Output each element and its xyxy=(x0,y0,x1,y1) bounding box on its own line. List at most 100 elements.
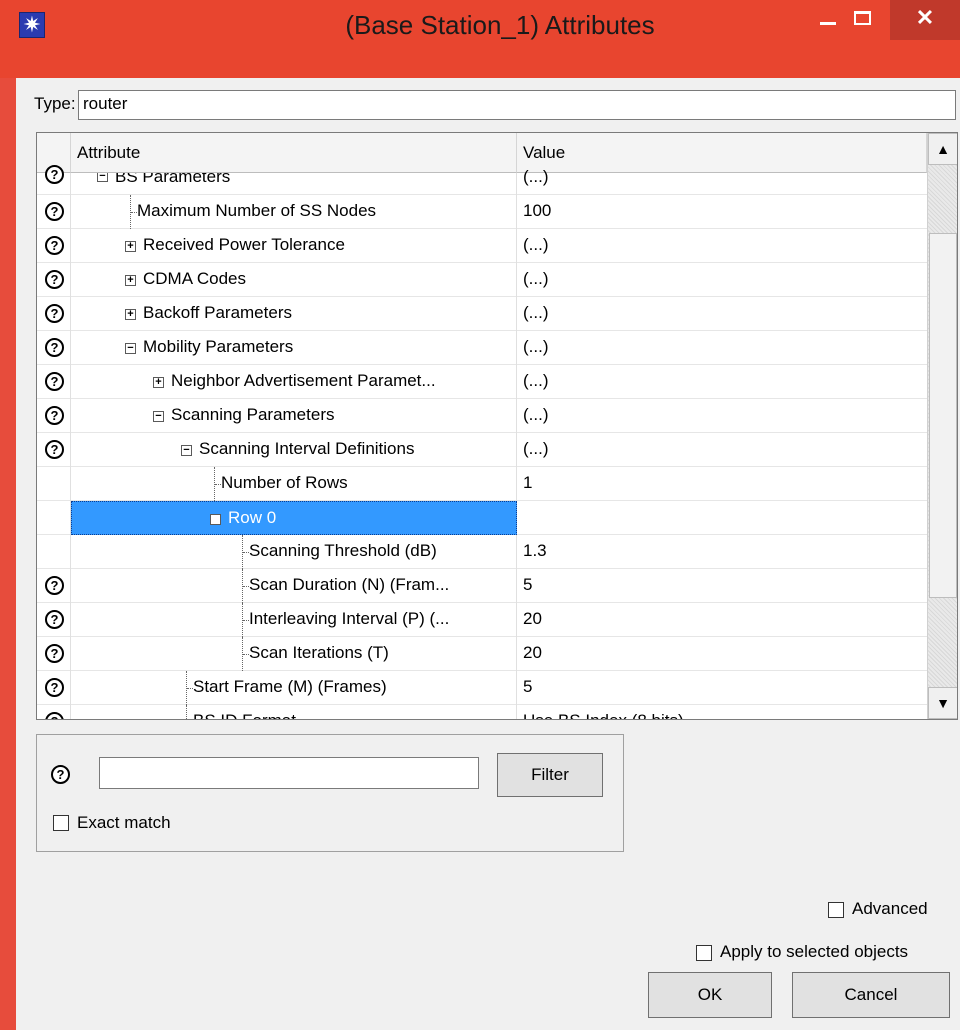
expand-icon[interactable]: + xyxy=(125,309,136,320)
help-icon[interactable]: ? xyxy=(45,270,64,289)
help-icon[interactable]: ? xyxy=(45,712,64,719)
attribute-value-cell[interactable]: (...) xyxy=(517,229,927,263)
attribute-name-cell[interactable]: − BS Parameters xyxy=(71,173,517,195)
attribute-name-cell[interactable]: Scanning Threshold (dB) xyxy=(71,535,517,569)
advanced-checkbox[interactable] xyxy=(828,902,844,918)
expand-icon[interactable]: + xyxy=(125,241,136,252)
attribute-name-cell[interactable]: + Received Power Tolerance xyxy=(71,229,517,263)
attribute-value-cell[interactable]: Use BS Index (8 bits) xyxy=(517,705,927,719)
attribute-name-cell[interactable]: Scan Iterations (T) xyxy=(71,637,517,671)
help-icon[interactable]: ? xyxy=(45,576,64,595)
help-icon[interactable]: ? xyxy=(45,236,64,255)
attribute-value-cell[interactable]: (...) xyxy=(517,331,927,365)
attribute-name-cell[interactable]: − Scanning Interval Definitions xyxy=(71,433,517,467)
vertical-scrollbar[interactable]: ▲ ▼ xyxy=(927,133,957,719)
collapse-icon[interactable]: − xyxy=(153,411,164,422)
help-icon[interactable]: ? xyxy=(45,338,64,357)
attribute-value-cell[interactable]: (...) xyxy=(517,297,927,331)
attribute-grid[interactable]: Attribute Value ? − BS Parameters (...)? Max… xyxy=(36,132,958,720)
cancel-button[interactable]: Cancel xyxy=(792,972,950,1018)
attribute-label: Scan Duration (N) (Fram... xyxy=(249,575,450,594)
attribute-name-cell[interactable]: Maximum Number of SS Nodes xyxy=(71,195,517,229)
expand-icon[interactable]: + xyxy=(125,275,136,286)
attribute-value-cell[interactable]: (...) xyxy=(517,365,927,399)
filter-button[interactable]: Filter xyxy=(497,753,603,797)
attribute-row[interactable]: ? Scan Iterations (T) 20 xyxy=(37,637,927,671)
attribute-row[interactable]: ? − Mobility Parameters (...) xyxy=(37,331,927,365)
attribute-label: Mobility Parameters xyxy=(143,337,294,356)
attribute-value-cell[interactable]: 20 xyxy=(517,637,927,671)
attribute-value-cell[interactable]: 1.3 xyxy=(517,535,927,569)
attribute-row[interactable]: ? Maximum Number of SS Nodes 100 xyxy=(37,195,927,229)
close-button[interactable]: ✕ xyxy=(890,0,960,40)
attribute-name-cell[interactable]: Number of Rows xyxy=(71,467,517,501)
collapse-icon[interactable]: − xyxy=(97,173,108,182)
attribute-row[interactable]: ? + CDMA Codes (...) xyxy=(37,263,927,297)
attribute-row[interactable]: ? + Received Power Tolerance (...) xyxy=(37,229,927,263)
expand-icon[interactable]: + xyxy=(153,377,164,388)
attribute-name-cell[interactable]: + Neighbor Advertisement Paramet... xyxy=(71,365,517,399)
attribute-value-cell[interactable]: 20 xyxy=(517,603,927,637)
attribute-value-cell[interactable] xyxy=(517,501,927,535)
attribute-row[interactable]: ? Interleaving Interval (P) (... 20 xyxy=(37,603,927,637)
attribute-value-cell[interactable]: (...) xyxy=(517,399,927,433)
scroll-up-button[interactable]: ▲ xyxy=(928,133,957,165)
type-field[interactable]: router xyxy=(78,90,956,120)
apply-selected-checkbox[interactable] xyxy=(696,945,712,961)
advanced-label[interactable]: Advanced xyxy=(852,899,928,919)
help-cell xyxy=(37,501,71,535)
attribute-row[interactable]: ? + Neighbor Advertisement Paramet... (...) xyxy=(37,365,927,399)
help-icon[interactable]: ? xyxy=(51,765,70,784)
attribute-name-cell[interactable]: − Row 0 xyxy=(71,501,517,535)
attribute-value-cell[interactable]: (...) xyxy=(517,167,927,189)
exact-match-label[interactable]: Exact match xyxy=(77,813,171,833)
attribute-value-cell[interactable]: (...) xyxy=(517,433,927,467)
title-bar[interactable]: ✷ (Base Station_1) Attributes ✕ xyxy=(0,0,960,78)
attribute-row[interactable]: ? − Scanning Parameters (...) xyxy=(37,399,927,433)
attribute-row[interactable]: ? Start Frame (M) (Frames) 5 xyxy=(37,671,927,705)
attribute-row[interactable]: ? − BS Parameters (...) xyxy=(37,165,927,195)
attribute-row[interactable]: ? + Backoff Parameters (...) xyxy=(37,297,927,331)
exact-match-checkbox[interactable] xyxy=(53,815,69,831)
attribute-name-cell[interactable]: − Scanning Parameters xyxy=(71,399,517,433)
attribute-value-cell[interactable]: 5 xyxy=(517,671,927,705)
help-cell: ? xyxy=(37,331,71,365)
attribute-name-cell[interactable]: Interleaving Interval (P) (... xyxy=(71,603,517,637)
filter-input[interactable] xyxy=(99,757,479,789)
help-icon[interactable]: ? xyxy=(45,678,64,697)
attribute-column-header[interactable]: Attribute xyxy=(71,133,517,173)
help-icon[interactable]: ? xyxy=(45,406,64,425)
attribute-row[interactable]: ? − Scanning Interval Definitions (...) xyxy=(37,433,927,467)
close-icon: ✕ xyxy=(915,5,935,30)
help-icon[interactable]: ? xyxy=(45,440,64,459)
help-icon[interactable]: ? xyxy=(45,610,64,629)
attribute-value-cell[interactable]: 100 xyxy=(517,195,927,229)
attribute-value-cell[interactable]: 1 xyxy=(517,467,927,501)
scroll-thumb[interactable] xyxy=(929,233,957,598)
collapse-icon[interactable]: − xyxy=(181,445,192,456)
apply-selected-label[interactable]: Apply to selected objects xyxy=(720,942,908,962)
collapse-icon[interactable]: − xyxy=(210,514,221,525)
attribute-row[interactable]: ? Scan Duration (N) (Fram... 5 xyxy=(37,569,927,603)
collapse-icon[interactable]: − xyxy=(125,343,136,354)
attribute-row[interactable]: − Row 0 xyxy=(37,501,927,535)
attribute-row[interactable]: Scanning Threshold (dB) 1.3 xyxy=(37,535,927,569)
help-icon[interactable]: ? xyxy=(45,202,64,221)
attribute-row[interactable]: Number of Rows 1 xyxy=(37,467,927,501)
help-icon[interactable]: ? xyxy=(45,372,64,391)
scroll-down-button[interactable]: ▼ xyxy=(928,687,957,719)
attribute-name-cell[interactable]: Scan Duration (N) (Fram... xyxy=(71,569,517,603)
attribute-name-cell[interactable]: BS ID Format xyxy=(71,705,517,719)
attribute-row[interactable]: ? BS ID Format Use BS Index (8 bits) xyxy=(37,705,927,719)
help-icon[interactable]: ? xyxy=(45,644,64,663)
attribute-name-cell[interactable]: + Backoff Parameters xyxy=(71,297,517,331)
attribute-value-cell[interactable]: (...) xyxy=(517,263,927,297)
attribute-value-cell[interactable]: 5 xyxy=(517,569,927,603)
attribute-name-cell[interactable]: − Mobility Parameters xyxy=(71,331,517,365)
ok-button[interactable]: OK xyxy=(648,972,772,1018)
attribute-name-cell[interactable]: Start Frame (M) (Frames) xyxy=(71,671,517,705)
help-icon[interactable]: ? xyxy=(45,165,64,184)
maximize-button[interactable] xyxy=(840,0,884,40)
attribute-name-cell[interactable]: + CDMA Codes xyxy=(71,263,517,297)
help-icon[interactable]: ? xyxy=(45,304,64,323)
